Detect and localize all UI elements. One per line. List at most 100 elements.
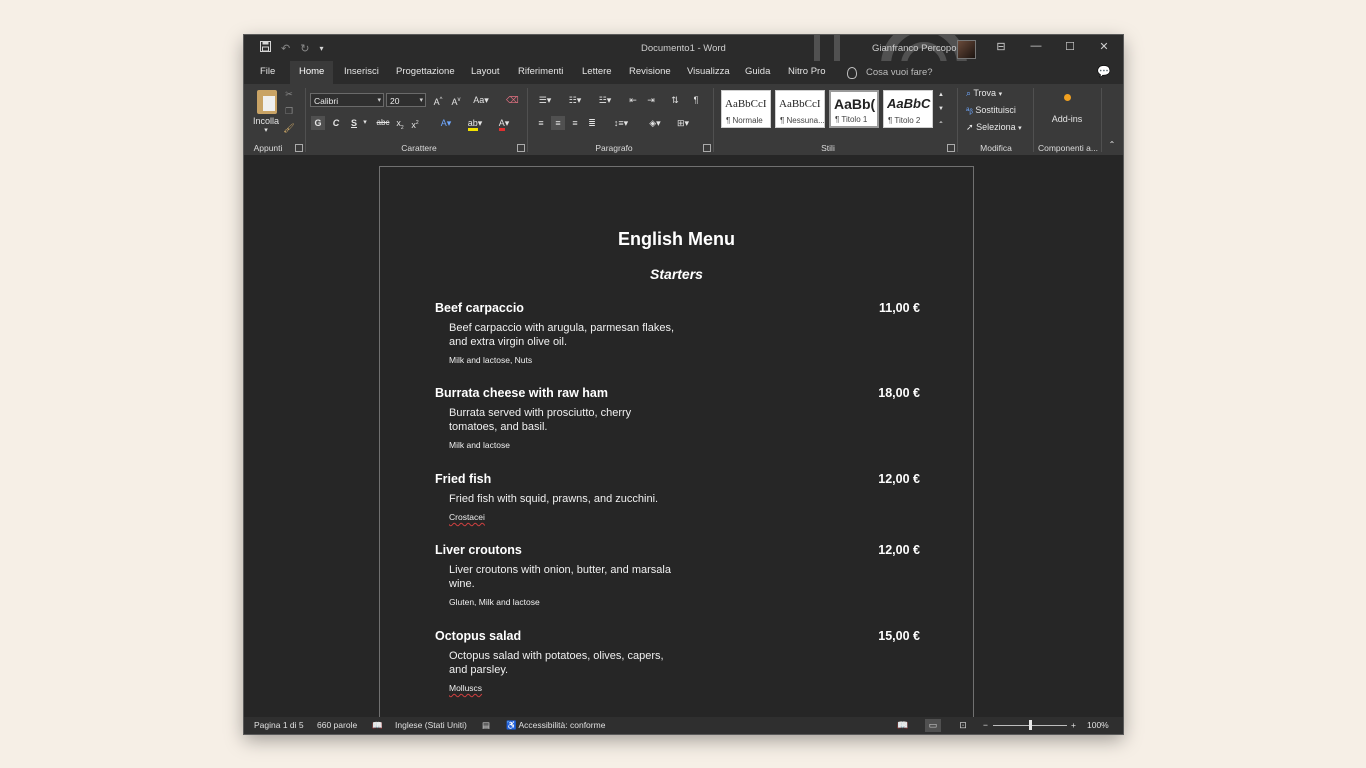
group-label-paragraph: Paragrafo	[595, 143, 633, 153]
style-preview: AaBbC	[887, 96, 931, 111]
save-icon[interactable]	[260, 41, 271, 55]
styles-launcher-icon[interactable]	[947, 144, 955, 152]
addins-icon[interactable]	[1064, 94, 1071, 101]
text-effects-icon[interactable]: A▾	[436, 116, 456, 130]
strikethrough-button[interactable]: abc	[375, 116, 391, 130]
zoom-in-icon[interactable]: +	[1071, 717, 1076, 734]
style-heading-1[interactable]: AaBb( ¶ Titolo 1	[829, 90, 879, 128]
font-size-combo[interactable]: 20 ▾	[386, 93, 426, 107]
cut-icon[interactable]: ✂	[283, 87, 295, 101]
align-left-icon[interactable]: ≡	[534, 116, 548, 130]
dish-price: 12,00 €	[878, 472, 920, 486]
line-spacing-icon[interactable]: ↕≡▾	[610, 116, 632, 130]
zoom-level[interactable]: 100%	[1087, 717, 1109, 734]
numbering-icon[interactable]: ☷▾	[564, 93, 586, 107]
tab-guida[interactable]: Guida	[736, 61, 779, 84]
language[interactable]: Inglese (Stati Uniti)	[395, 717, 467, 734]
read-mode-icon[interactable]: 📖	[895, 719, 911, 732]
paste-icon[interactable]	[257, 90, 277, 114]
format-painter-icon[interactable]: 🖌	[283, 121, 295, 135]
copy-icon[interactable]: ❐	[283, 104, 295, 118]
tab-lettere[interactable]: Lettere	[573, 61, 621, 84]
accessibility-status[interactable]: ♿ Accessibilità: conforme	[506, 717, 605, 734]
superscript-button[interactable]: x2	[410, 116, 420, 130]
page-count[interactable]: Pagina 1 di 5	[254, 717, 304, 734]
multilevel-list-icon[interactable]: ☳▾	[594, 93, 616, 107]
change-case-icon[interactable]: Aa▾	[470, 93, 492, 107]
sort-icon[interactable]: ⇅	[668, 93, 682, 107]
font-color-button[interactable]: A▾	[494, 116, 514, 131]
bullets-icon[interactable]: ☰▾	[534, 93, 556, 107]
zoom-out-icon[interactable]: −	[983, 717, 988, 734]
chevron-down-icon[interactable]: ▾	[361, 116, 369, 130]
font-color-label: A	[498, 118, 505, 131]
styles-scroll-up-icon[interactable]: ▲	[936, 88, 946, 102]
style-normal[interactable]: AaBbCcI ¶ Normale	[721, 90, 771, 128]
underline-button[interactable]: S	[348, 116, 360, 130]
style-name: ¶ Nessuna...	[780, 116, 824, 125]
dish-description: Liver croutons with onion, butter, and m…	[449, 564, 671, 590]
ribbon-home: Incolla ▾ ✂ ❐ 🖌 Appunti Calibri ▾ 20 ▾ A…	[244, 84, 1123, 155]
collapse-ribbon-icon[interactable]: ⌃	[1106, 138, 1118, 152]
align-center-icon[interactable]: ≡	[551, 116, 565, 130]
show-formatting-marks-icon[interactable]: ¶	[690, 93, 702, 107]
styles-scroll-down-icon[interactable]: ▼	[936, 102, 946, 116]
tell-me-search[interactable]: Cosa vuoi fare?	[866, 61, 933, 84]
align-right-icon[interactable]: ≡	[568, 116, 582, 130]
group-separator	[1033, 88, 1034, 152]
clear-formatting-icon[interactable]: ⌫	[506, 93, 519, 107]
addins-button[interactable]: Add-ins	[1044, 112, 1090, 126]
maximize-icon[interactable]: ☐	[1062, 40, 1078, 53]
tab-riferimenti[interactable]: Riferimenti	[509, 61, 572, 84]
style-heading-2[interactable]: AaBbC ¶ Titolo 2	[883, 90, 933, 128]
text-predictions-icon[interactable]: ▤	[482, 717, 490, 734]
styles-more-icon[interactable]: ⩡	[936, 116, 946, 130]
find-button[interactable]: ⌕ Trova ▾	[966, 88, 1002, 99]
shrink-font-icon[interactable]: Av	[450, 93, 462, 107]
font-launcher-icon[interactable]	[517, 144, 525, 152]
minimize-icon[interactable]: —	[1028, 40, 1044, 52]
paste-dropdown-icon[interactable]: ▾	[259, 124, 273, 138]
justify-icon[interactable]: ≣	[585, 116, 599, 130]
document-page[interactable]: English Menu Starters Beef carpaccio 11,…	[379, 166, 974, 726]
avatar[interactable]	[957, 40, 976, 59]
replace-button[interactable]: ᵃᵦ Sostituisci	[966, 105, 1016, 115]
section-title: Starters	[650, 266, 703, 282]
grow-font-icon[interactable]: A^	[432, 93, 444, 107]
tab-revisione[interactable]: Revisione	[620, 61, 680, 84]
clipboard-launcher-icon[interactable]	[295, 144, 303, 152]
tab-file[interactable]: File	[251, 61, 284, 84]
select-button[interactable]: ➚ Seleziona ▾	[966, 122, 1022, 133]
decrease-indent-icon[interactable]: ⇤	[626, 93, 640, 107]
comments-icon[interactable]: 💬	[1096, 65, 1112, 78]
ribbon-display-options-icon[interactable]: ⊟	[993, 40, 1009, 53]
font-name-combo[interactable]: Calibri ▾	[310, 93, 384, 107]
tab-home[interactable]: Home	[290, 61, 334, 84]
redo-icon[interactable]: ↻	[300, 42, 309, 55]
close-icon[interactable]: ✕	[1096, 40, 1112, 53]
tab-inserisci[interactable]: Inserisci	[335, 61, 388, 84]
tab-visualizza[interactable]: Visualizza	[678, 61, 739, 84]
font-size-value: 20	[390, 96, 400, 106]
tab-layout[interactable]: Layout	[462, 61, 509, 84]
zoom-slider-thumb[interactable]	[1029, 720, 1032, 730]
borders-icon[interactable]: ⊞▾	[672, 116, 694, 130]
shading-icon[interactable]: ◈▾	[644, 116, 666, 130]
customize-qat-icon[interactable]: ▾	[319, 44, 323, 53]
increase-indent-icon[interactable]: ⇥	[644, 93, 658, 107]
tab-nitro-pro[interactable]: Nitro Pro	[779, 61, 834, 84]
italic-button[interactable]: C	[330, 116, 342, 130]
undo-icon[interactable]: ↶	[281, 42, 290, 55]
highlight-icon[interactable]: ab▾	[464, 116, 486, 131]
print-layout-icon[interactable]: ▭	[925, 719, 941, 732]
web-layout-icon[interactable]: ⊡	[955, 719, 971, 732]
word-count[interactable]: 660 parole	[317, 717, 357, 734]
user-name[interactable]: Gianfranco Percopo	[872, 43, 957, 54]
subscript-button[interactable]: x2	[395, 116, 405, 131]
bold-button[interactable]: G	[311, 116, 325, 130]
style-no-spacing[interactable]: AaBbCcI ¶ Nessuna...	[775, 90, 825, 128]
paragraph-launcher-icon[interactable]	[703, 144, 711, 152]
tab-progettazione[interactable]: Progettazione	[387, 61, 464, 84]
proofing-icon[interactable]: 📖	[372, 717, 383, 734]
document-canvas[interactable]: English Menu Starters Beef carpaccio 11,…	[244, 155, 1123, 726]
